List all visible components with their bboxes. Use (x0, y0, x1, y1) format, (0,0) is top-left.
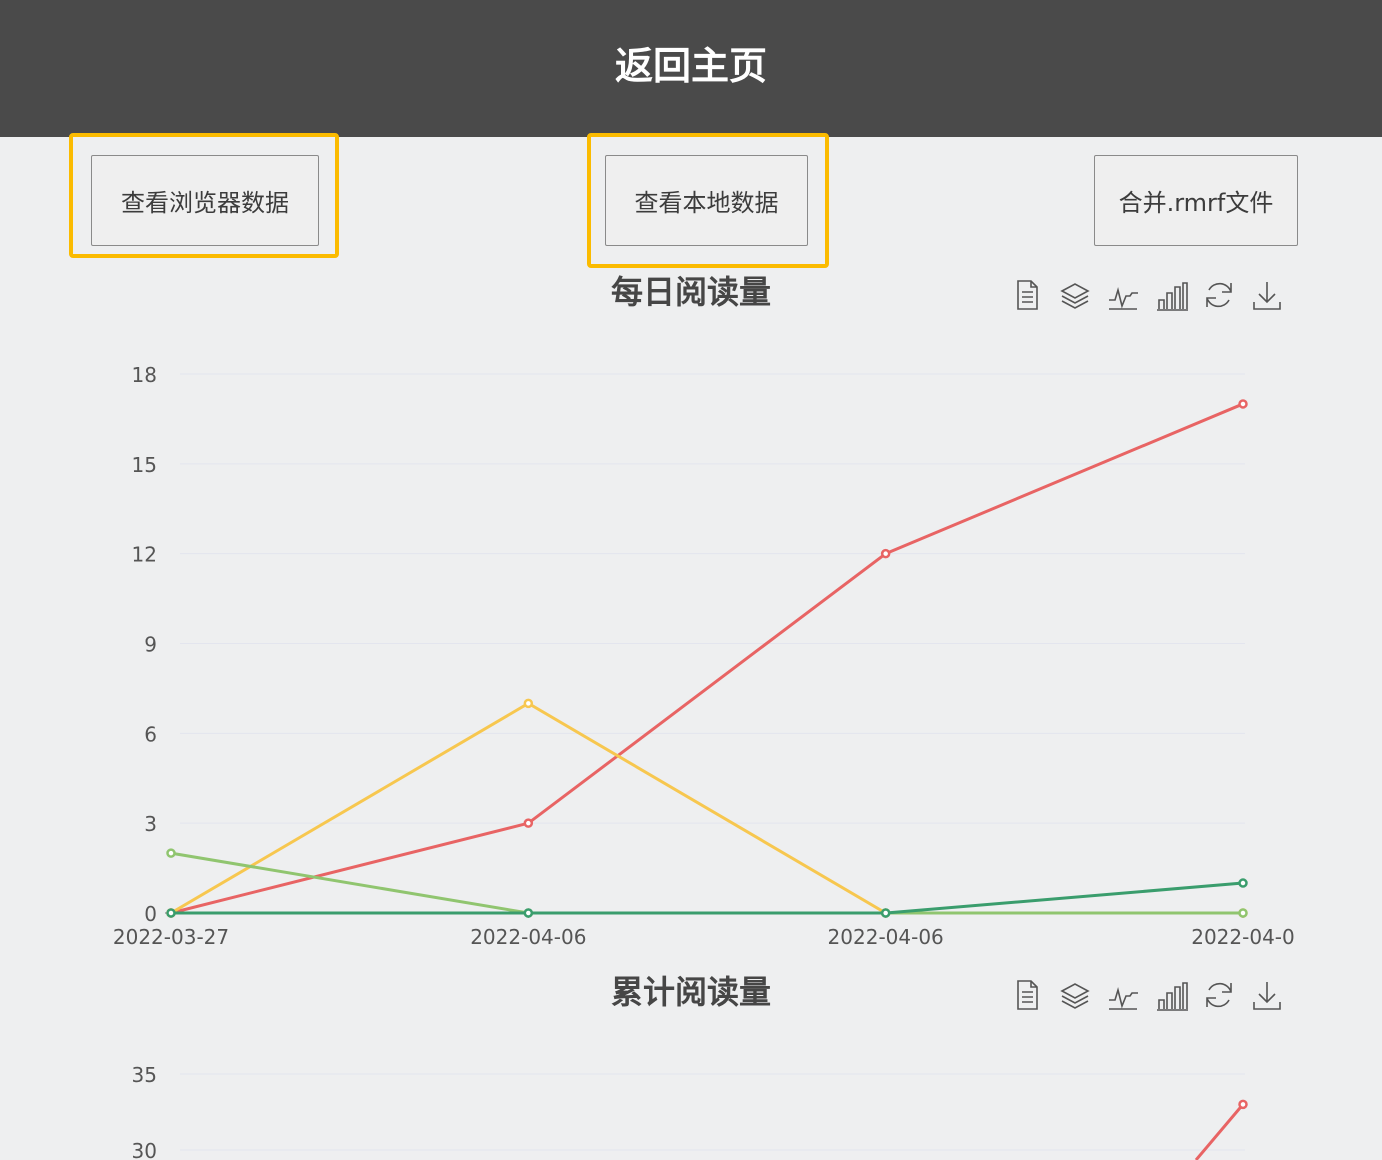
y-tick-label: 9 (144, 633, 157, 657)
top-header-bar: 返回主页 (0, 0, 1382, 137)
y-tick-label: 12 (132, 543, 157, 567)
x-tick-label: 2022-04-06 (828, 925, 944, 949)
data-point[interactable] (1238, 399, 1248, 409)
y-tick-label: 15 (132, 453, 157, 477)
data-point[interactable] (880, 548, 891, 559)
x-tick-label: 2022-04-06 (470, 925, 586, 949)
daily-reads-chart: 0 3 6 9 12 15 18 2022-03-27 2022-04-06 2022-04-06… (113, 363, 1295, 949)
data-point[interactable] (1238, 908, 1248, 918)
y-tick-label: 18 (132, 363, 157, 387)
data-point[interactable] (523, 698, 534, 709)
data-point[interactable] (523, 908, 534, 918)
merge-rmrf-file-button[interactable]: 合并.rmrf文件 (1094, 155, 1298, 246)
data-point[interactable] (166, 908, 176, 918)
data-point[interactable] (880, 908, 891, 918)
cumulative-reads-chart: 30 35 (132, 1063, 1248, 1160)
y-tick-label: 35 (132, 1063, 157, 1087)
y-tick-label: 3 (144, 812, 157, 836)
view-local-data-button[interactable]: 查看本地数据 (605, 155, 808, 246)
home-link[interactable]: 返回主页 (0, 38, 1382, 94)
y-tick-label: 0 (144, 902, 157, 926)
x-tick-label: 2022-04-0 (1191, 925, 1295, 949)
series-line (1194, 1103, 1245, 1160)
x-tick-label: 2022-03-27 (113, 925, 229, 949)
view-browser-data-button[interactable]: 查看浏览器数据 (91, 155, 319, 246)
y-tick-label: 6 (144, 722, 157, 746)
data-point[interactable] (523, 818, 534, 828)
data-point[interactable] (1238, 878, 1248, 888)
data-point[interactable] (166, 848, 176, 858)
series-line (170, 402, 1244, 915)
series-line (170, 851, 1243, 915)
y-tick-label: 30 (132, 1139, 157, 1160)
data-point[interactable] (1238, 1099, 1248, 1110)
series-line (171, 881, 1244, 915)
